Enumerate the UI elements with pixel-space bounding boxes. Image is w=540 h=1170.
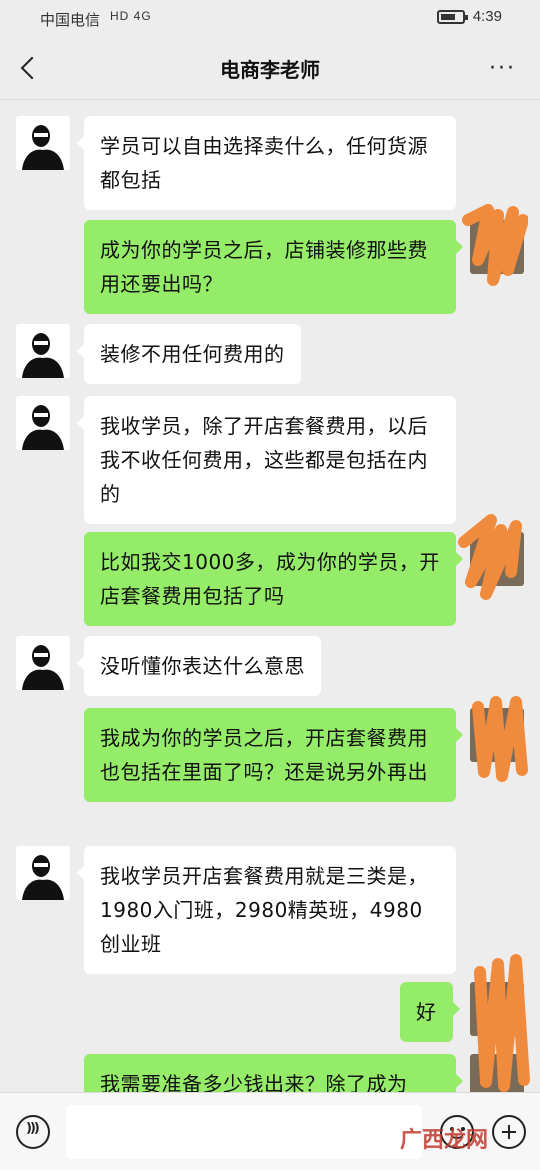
- my-avatar[interactable]: [470, 532, 524, 586]
- network-indicator: HD 4G: [110, 9, 152, 23]
- emoji-icon[interactable]: [440, 1115, 474, 1149]
- message-bubble[interactable]: 我需要准备多少钱出来？除了成为: [84, 1054, 463, 1092]
- teacher-avatar[interactable]: [16, 846, 70, 900]
- message-bubble[interactable]: 我收学员，除了开店套餐费用，以后我不收任何费用，这些都是包括在内的: [77, 396, 456, 524]
- my-avatar[interactable]: [470, 1054, 524, 1092]
- status-right: 4:39: [436, 8, 502, 25]
- chat-area[interactable]: 学员可以自由选择卖什么，任何货源都包括 成为你的学员之后，店铺装修那些费用还要出…: [0, 100, 540, 1092]
- my-avatar[interactable]: [470, 708, 524, 762]
- my-avatar[interactable]: [470, 982, 524, 1036]
- input-bar: [0, 1092, 540, 1170]
- carrier-label: 中国电信: [40, 12, 101, 29]
- battery-icon: [436, 9, 468, 24]
- message-bubble[interactable]: 我收学员开店套餐费用就是三类是，1980入门班，2980精英班，4980创业班: [77, 846, 456, 974]
- teacher-avatar[interactable]: [16, 636, 70, 690]
- message-bubble[interactable]: 好: [400, 982, 459, 1042]
- title-bar: 电商李老师 ···: [0, 36, 540, 100]
- message-bubble[interactable]: 没听懂你表达什么意思: [77, 636, 321, 696]
- voice-icon[interactable]: [16, 1115, 50, 1149]
- message-bubble[interactable]: 成为你的学员之后，店铺装修那些费用还要出吗？: [84, 220, 463, 314]
- teacher-avatar[interactable]: [16, 324, 70, 378]
- status-bar: 中国电信 HD 4G 4:39: [0, 0, 540, 36]
- message-bubble[interactable]: 我成为你的学员之后，开店套餐费用也包括在里面了吗？还是说另外再出: [84, 708, 463, 802]
- teacher-avatar[interactable]: [16, 396, 70, 450]
- plus-icon[interactable]: [492, 1115, 526, 1149]
- message-bubble[interactable]: 装修不用任何费用的: [77, 324, 301, 384]
- chat-title: 电商李老师: [220, 58, 320, 82]
- more-icon[interactable]: ···: [489, 56, 516, 81]
- message-bubble[interactable]: 比如我交1000多，成为你的学员，开店套餐费用包括了吗: [84, 532, 463, 626]
- message-bubble[interactable]: 学员可以自由选择卖什么，任何货源都包括: [77, 116, 456, 210]
- my-avatar[interactable]: [470, 220, 524, 274]
- message-input[interactable]: [66, 1105, 422, 1159]
- clock-label: 4:39: [472, 8, 502, 25]
- teacher-avatar[interactable]: [16, 116, 70, 170]
